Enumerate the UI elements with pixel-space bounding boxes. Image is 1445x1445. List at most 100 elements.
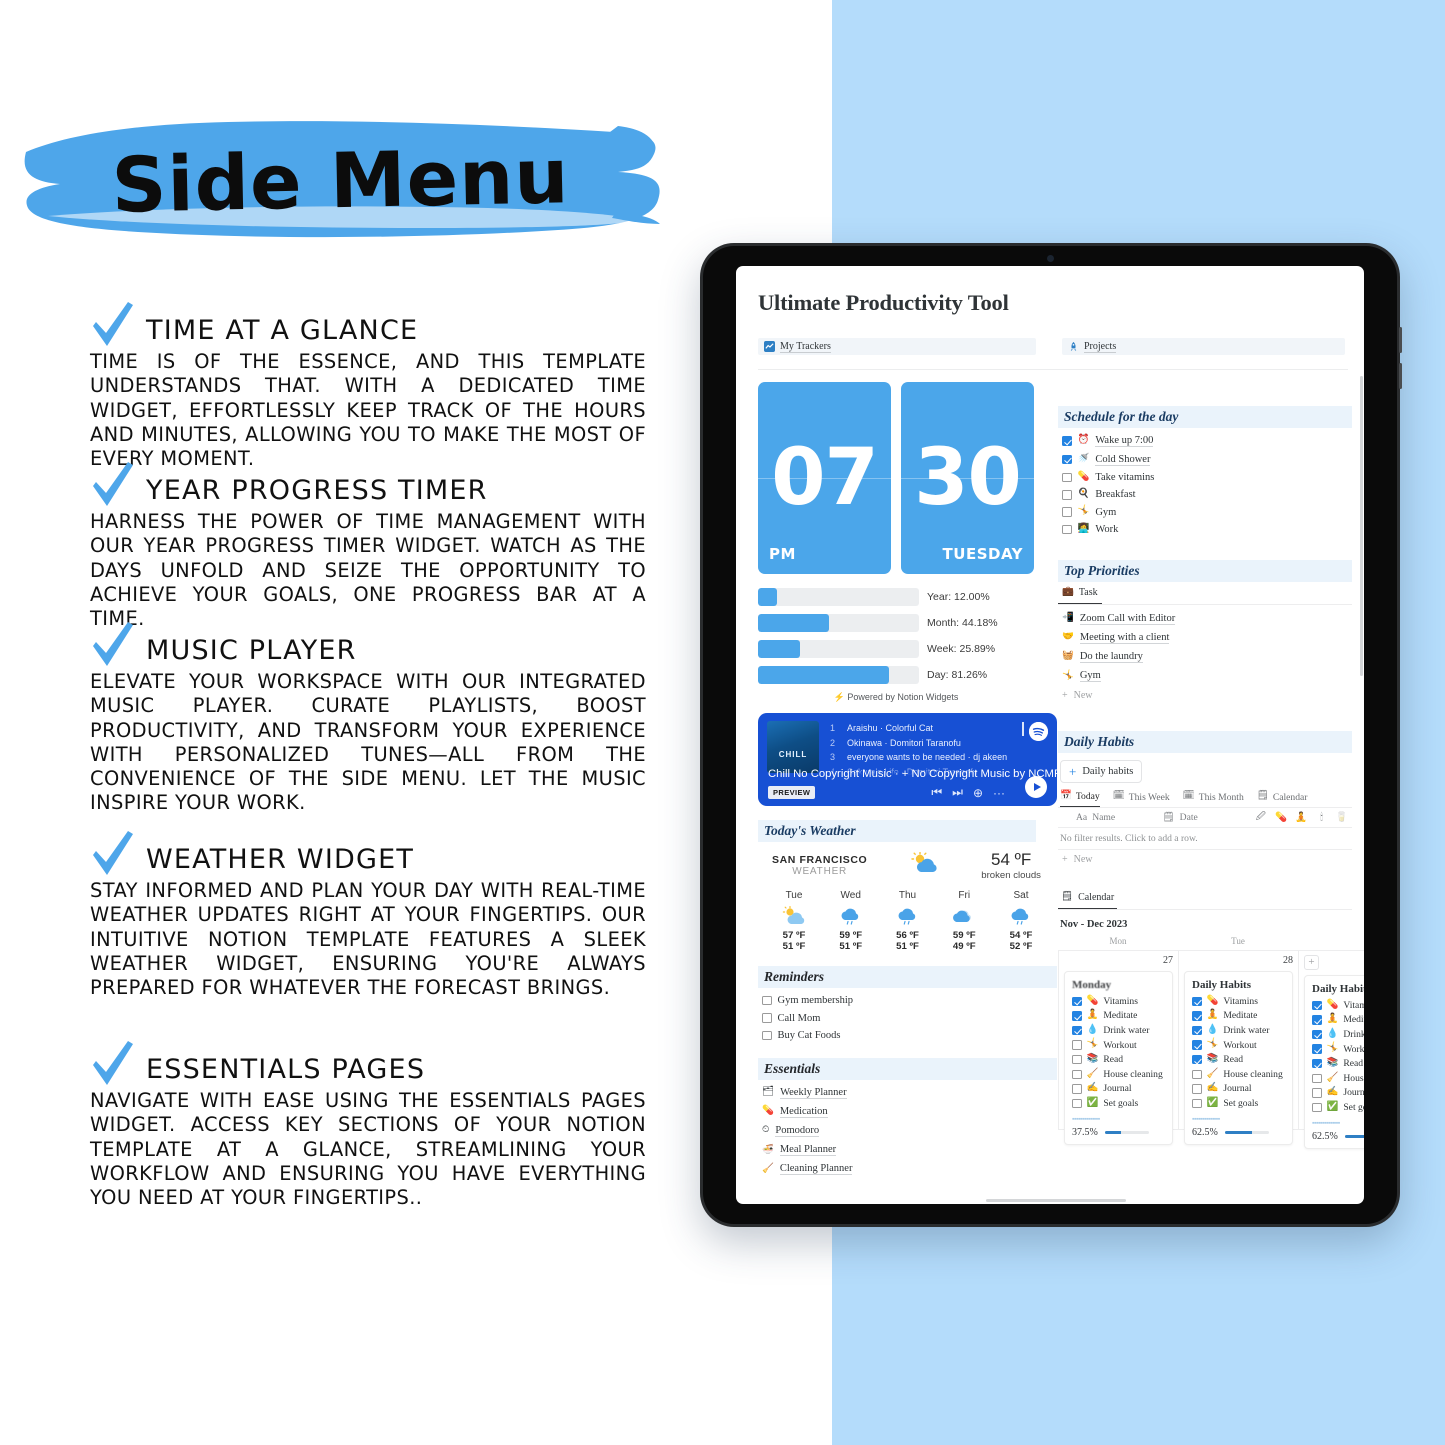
habit-row[interactable]: 🤸 Workout [1192, 1038, 1285, 1053]
priority-item[interactable]: 🧺 Do the laundry [1058, 648, 1352, 667]
reminder-item[interactable]: Gym membership [758, 992, 1036, 1009]
habit-row[interactable]: 💧 Drink water [1192, 1023, 1285, 1038]
habit-card[interactable]: Daily Habits 💊 Vitamins 🧘 Meditate 💧 Drink … [1184, 971, 1293, 1145]
checkbox[interactable] [762, 1030, 772, 1041]
priorities-new-row[interactable]: + New [1058, 686, 1352, 705]
checkbox[interactable] [1192, 1011, 1202, 1021]
schedule-item[interactable]: 🚿 Cold Shower [1058, 450, 1352, 468]
habit-row[interactable]: ✍ Journal [1312, 1086, 1364, 1101]
habit-row[interactable]: 💊 Vitamins [1192, 994, 1285, 1009]
checkbox[interactable] [762, 995, 772, 1006]
tab-this-month[interactable]: 🗓 This Month [1183, 791, 1244, 807]
habit-row[interactable]: 💧 Drink water [1312, 1027, 1364, 1042]
checkbox[interactable] [1062, 524, 1072, 535]
habit-row[interactable]: 🤸 Workout [1312, 1042, 1364, 1057]
habits-table-new-row[interactable]: + New [1058, 850, 1352, 869]
checkbox[interactable] [1192, 1025, 1202, 1036]
habit-row[interactable]: 📚 Read [1192, 1052, 1285, 1067]
checkbox[interactable] [1062, 490, 1072, 500]
checkbox[interactable] [1072, 1069, 1082, 1080]
checkbox[interactable] [1072, 1098, 1082, 1109]
schedule-item[interactable]: 💊 Take vitamins [1058, 469, 1352, 486]
checkbox[interactable] [1062, 507, 1072, 517]
candle-icon[interactable]: 🕯 [1312, 812, 1332, 823]
add-day-button[interactable]: + [1304, 955, 1319, 970]
checkbox[interactable] [1312, 1073, 1322, 1084]
priority-item[interactable]: 🤝 Meeting with a client [1058, 628, 1352, 647]
checkbox[interactable] [1192, 1084, 1202, 1094]
checkbox[interactable] [1192, 1098, 1202, 1109]
habit-row[interactable]: ✍ Journal [1192, 1082, 1285, 1097]
checkbox[interactable] [762, 1013, 772, 1023]
checkbox[interactable] [1312, 1102, 1322, 1113]
habit-row[interactable]: 💊 Vitamins [1312, 998, 1364, 1013]
habit-card[interactable]: Monday 💊 Vitamins 🧘 Meditate 💧 Drink water … [1064, 971, 1173, 1145]
habit-row[interactable]: 🧹 House cleaning [1312, 1071, 1364, 1086]
habit-row[interactable]: 💧 Drink water [1072, 1023, 1165, 1038]
habit-row[interactable]: 🧘 Meditate [1312, 1013, 1364, 1028]
nav-link-projects[interactable]: Projects [1062, 338, 1345, 355]
spotify-track[interactable]: 1 Araishu · Colorful Cat [830, 721, 1007, 736]
checkbox[interactable] [1072, 1054, 1082, 1065]
checkbox[interactable] [1072, 1040, 1082, 1050]
person-icon[interactable]: 🧘 [1291, 812, 1311, 823]
habit-row[interactable]: 💊 Vitamins [1072, 994, 1165, 1009]
habit-row[interactable]: 📚 Read [1072, 1052, 1165, 1067]
essentials-item[interactable]: ⏲ Pomodoro [758, 1122, 1036, 1141]
habit-row[interactable]: 🤸 Workout [1072, 1038, 1165, 1053]
spotify-track[interactable]: 3 everyone wants to be needed · dj akeen… [830, 750, 1007, 765]
checkbox[interactable] [1312, 1000, 1322, 1011]
priority-item[interactable]: 📲 Zoom Call with Editor [1058, 609, 1352, 628]
schedule-item[interactable]: ⏰ Wake up 7:00 [1058, 432, 1352, 450]
habits-table-empty-message[interactable]: No filter results. Click to add a row. [1058, 828, 1352, 850]
habit-row[interactable]: 🧹 House cleaning [1192, 1067, 1285, 1082]
calendar-cell[interactable]: 28 Daily Habits 💊 Vitamins 🧘 Meditate 💧 Dri… [1178, 950, 1298, 1145]
checkbox[interactable] [1192, 1054, 1202, 1065]
habit-row[interactable]: 📚 Read [1312, 1056, 1364, 1071]
add-daily-habit-button[interactable]: + Daily habits [1060, 760, 1143, 783]
habit-row[interactable]: ✅ Set goals [1192, 1096, 1285, 1111]
schedule-item[interactable]: 🤸 Gym [1058, 504, 1352, 521]
column-date[interactable]: 🗒 Date [1162, 812, 1250, 823]
checkbox[interactable] [1312, 1088, 1322, 1098]
spotify-music-player-widget[interactable]: CHILL 1 Araishu · Colorful Cat 2 Okinawa… [758, 713, 1057, 806]
prev-track-icon[interactable]: ⏮ [931, 785, 942, 800]
paperclip-icon[interactable]: 🖉 [1251, 810, 1271, 826]
calendar-tab[interactable]: 🗒 Calendar [1058, 887, 1118, 909]
reminder-item[interactable]: Buy Cat Foods [758, 1027, 1036, 1044]
more-icon[interactable]: ··· [993, 786, 1005, 800]
spotify-icon[interactable] [1029, 722, 1048, 741]
checkbox[interactable] [1312, 1044, 1322, 1054]
play-icon[interactable] [1025, 776, 1047, 798]
device-volume-up-button[interactable] [1399, 327, 1402, 353]
column-name[interactable]: Aa Name [1058, 812, 1162, 823]
checkbox[interactable] [1192, 996, 1202, 1007]
habit-row[interactable]: ✅ Set goals [1312, 1100, 1364, 1115]
habit-row[interactable]: 🧘 Meditate [1072, 1009, 1165, 1024]
habit-row[interactable]: 🧘 Meditate [1192, 1009, 1285, 1024]
essentials-item[interactable]: 🍜 Meal Planner [758, 1141, 1036, 1160]
checkbox[interactable] [1312, 1015, 1322, 1025]
checkbox[interactable] [1072, 1084, 1082, 1094]
priority-item[interactable]: 🤸 Gym [1058, 667, 1352, 686]
checkbox[interactable] [1312, 1058, 1322, 1069]
tab-today[interactable]: 📅 Today [1060, 791, 1100, 807]
habit-card[interactable]: Daily Habits 💊 Vitamins 🧘 Meditate 💧 Drink … [1304, 975, 1364, 1149]
spotify-track[interactable]: 2 Okinawa · Domitori Taranofu [830, 736, 1007, 751]
add-icon[interactable]: ⊕ [973, 786, 983, 800]
checkbox[interactable] [1072, 1025, 1082, 1036]
essentials-item[interactable]: 💊 Medication [758, 1102, 1036, 1121]
checkbox[interactable] [1072, 1011, 1082, 1021]
checkbox[interactable] [1072, 996, 1082, 1007]
nav-link-my-trackers[interactable]: My Trackers [758, 338, 1036, 355]
schedule-item[interactable]: 👩‍💻 Work [1058, 521, 1352, 538]
priorities-tab-task[interactable]: 💼 Task [1058, 582, 1102, 605]
tab-calendar[interactable]: 🗒 Calendar [1257, 791, 1308, 807]
essentials-item[interactable]: 🧹 Cleaning Planner [758, 1160, 1036, 1179]
habit-row[interactable]: ✍ Journal [1072, 1082, 1165, 1097]
calendar-cell[interactable]: 27 Monday 💊 Vitamins 🧘 Meditate 💧 Drink wat… [1058, 950, 1178, 1145]
tab-this-week[interactable]: 🗓 This Week [1113, 791, 1170, 807]
checkbox[interactable] [1312, 1029, 1322, 1040]
glass-icon[interactable]: 🥛 [1332, 812, 1352, 823]
checkbox[interactable] [1192, 1069, 1202, 1080]
